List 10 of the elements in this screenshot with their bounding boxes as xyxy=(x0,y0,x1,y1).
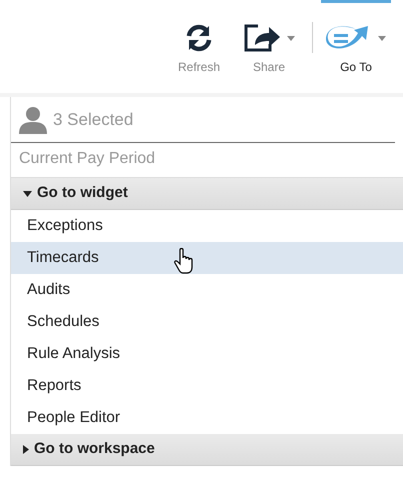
refresh-button[interactable]: Refresh xyxy=(164,0,234,93)
section-header[interactable]: Go to workspace xyxy=(11,434,403,466)
caret-right-icon xyxy=(23,445,29,454)
share-button[interactable]: Share xyxy=(234,0,304,93)
section-header[interactable]: Go to widget xyxy=(11,178,403,210)
person-icon xyxy=(19,106,47,134)
menu-item[interactable]: Timecards xyxy=(11,242,403,274)
goto-button[interactable]: Go To xyxy=(321,0,391,93)
selection-count: 3 Selected xyxy=(53,108,134,131)
caret-down-icon xyxy=(23,190,32,196)
